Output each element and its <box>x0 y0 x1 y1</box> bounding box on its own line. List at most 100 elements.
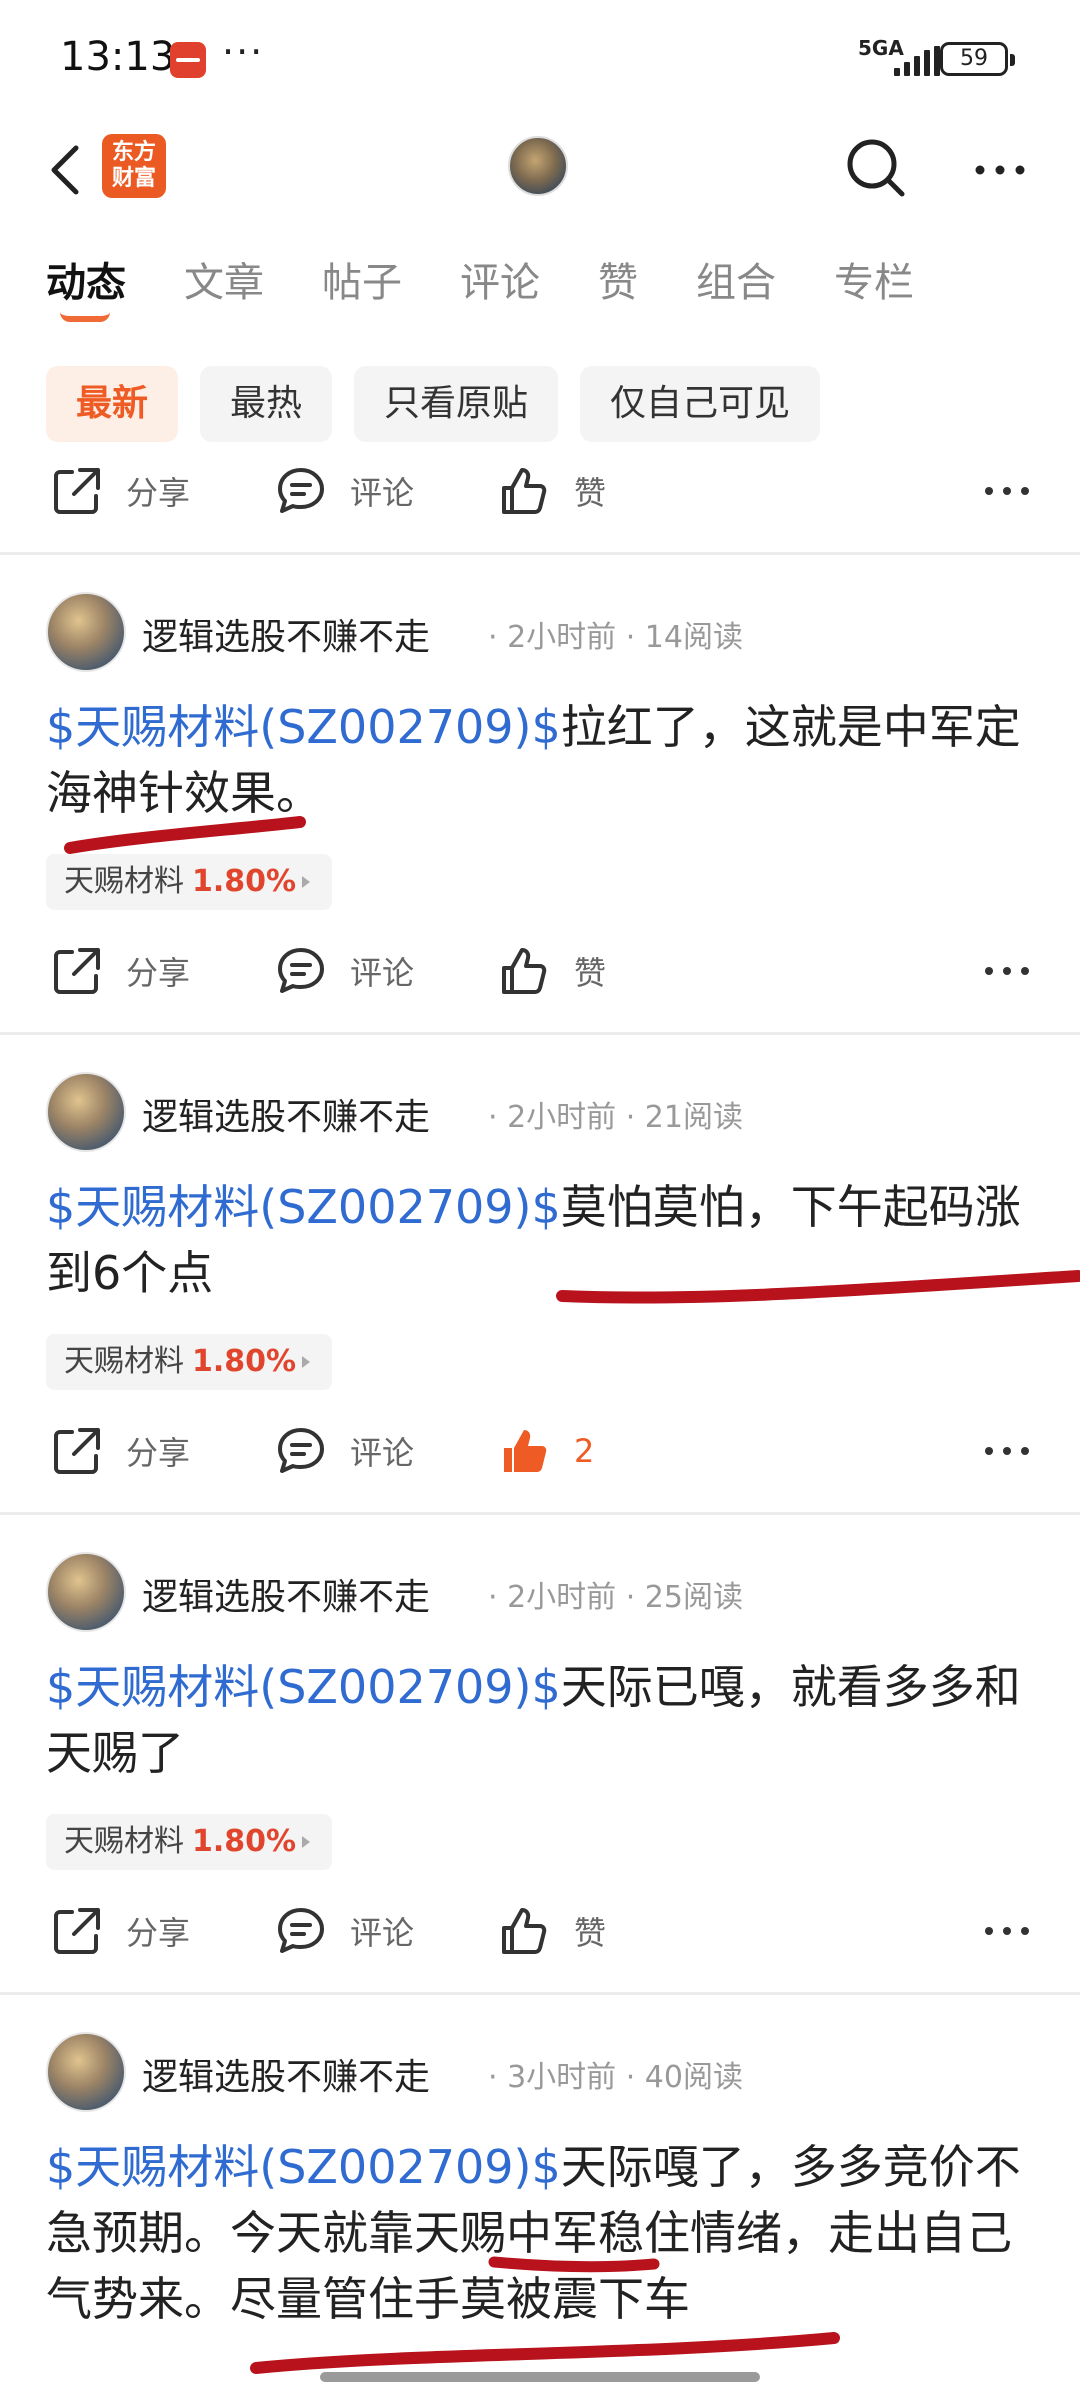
divider <box>0 1992 1080 1995</box>
avatar[interactable] <box>46 592 126 672</box>
stock-tag-change: 1.80% <box>192 1824 297 1859</box>
post-actions: 分享 评论 赞 <box>0 456 1080 526</box>
stock-tag-change: 1.80% <box>192 864 297 899</box>
like-button[interactable]: 赞 <box>498 1896 606 1966</box>
comment-button[interactable]: 评论 <box>274 1896 414 1966</box>
share-button[interactable]: 分享 <box>50 936 190 1006</box>
stock-tag[interactable]: 天赐材料 1.80% <box>46 854 333 910</box>
avatar[interactable] <box>508 136 568 196</box>
share-label: 分享 <box>126 954 191 992</box>
comment-label: 评论 <box>350 474 415 512</box>
author-name[interactable]: 逻辑选股不赚不走 <box>142 608 430 660</box>
author-name[interactable]: 逻辑选股不赚不走 <box>142 1568 430 1620</box>
more-horizontal-icon[interactable] <box>970 140 1030 200</box>
more-horizontal-icon <box>985 487 1029 495</box>
thumbs-up-icon <box>502 468 547 514</box>
tab-label: 评论 <box>460 260 540 306</box>
post-header: 逻辑选股不赚不走 · 2小时前 · 25阅读 <box>46 1550 1046 1634</box>
avatar[interactable] <box>46 1552 126 1632</box>
filter-latest[interactable]: 最新 <box>46 366 179 442</box>
thumbs-up-icon <box>502 1908 547 1954</box>
post-more-button[interactable] <box>980 1416 1034 1486</box>
stock-link[interactable]: $天赐材料(SZ002709)$ <box>46 700 561 754</box>
comment-label: 评论 <box>350 954 415 992</box>
stock-link[interactable]: $天赐材料(SZ002709)$ <box>46 2140 561 2194</box>
like-label: 赞 <box>574 474 607 512</box>
thumbs-up-icon <box>502 948 547 994</box>
marker-stroke <box>250 2332 840 2374</box>
post-more-button[interactable] <box>980 1896 1034 1966</box>
tab-label: 文章 <box>184 260 264 306</box>
comment-button[interactable]: 评论 <box>274 456 414 526</box>
comment-button[interactable]: 评论 <box>274 1416 414 1486</box>
share-icon <box>54 948 100 994</box>
share-label: 分享 <box>126 1914 191 1952</box>
tab-bar: 动态 文章 帖子 评论 赞 组合 专栏 <box>46 250 972 330</box>
stock-tag[interactable]: 天赐材料 1.80% <box>46 1814 333 1870</box>
avatar[interactable] <box>46 1072 126 1152</box>
tab-likes[interactable]: 赞 <box>598 250 638 330</box>
chevron-right-icon <box>302 1836 311 1848</box>
like-button[interactable]: 赞 <box>498 456 606 526</box>
stock-link[interactable]: $天赐材料(SZ002709)$ <box>46 1660 561 1714</box>
filter-original-only[interactable]: 只看原贴 <box>354 366 559 442</box>
post-meta: · 2小时前 · 25阅读 <box>488 1580 743 1615</box>
filter-hot[interactable]: 最热 <box>200 366 333 442</box>
search-icon[interactable] <box>842 134 908 200</box>
tab-indicator <box>60 312 110 322</box>
author-name[interactable]: 逻辑选股不赚不走 <box>142 2048 430 2100</box>
post-more-button[interactable] <box>980 936 1034 1006</box>
status-more-dots: ··· <box>222 30 265 74</box>
tab-portfolio[interactable]: 组合 <box>696 250 776 330</box>
post-meta: · 2小时前 · 14阅读 <box>488 620 743 655</box>
post-text[interactable]: $天赐材料(SZ002709)$天际已嘎，就看多多和天赐了 <box>46 1654 1036 1786</box>
tab-articles[interactable]: 文章 <box>184 250 264 330</box>
stock-tag-change: 1.80% <box>192 1344 297 1379</box>
app-notification-icon <box>170 42 206 78</box>
share-label: 分享 <box>126 1434 191 1472</box>
share-icon <box>54 1908 100 1954</box>
battery-icon: 59 <box>940 42 1015 76</box>
post-more-button[interactable] <box>980 456 1034 526</box>
filter-private[interactable]: 仅自己可见 <box>580 366 821 442</box>
more-horizontal-icon <box>985 1927 1029 1935</box>
nav-bar: 东方 财富 <box>0 120 1080 220</box>
author-name[interactable]: 逻辑选股不赚不走 <box>142 1088 430 1140</box>
share-button[interactable]: 分享 <box>50 1896 190 1966</box>
tab-dynamics[interactable]: 动态 <box>46 250 126 330</box>
comment-icon <box>278 1428 324 1473</box>
post-text[interactable]: $天赐材料(SZ002709)$莫怕莫怕，下午起码涨到6个点 <box>46 1174 1036 1306</box>
tab-posts[interactable]: 帖子 <box>322 250 402 330</box>
comment-icon <box>278 948 324 993</box>
post-text[interactable]: $天赐材料(SZ002709)$拉红了，这就是中军定海神针效果。 <box>46 694 1036 826</box>
chevron-right-icon <box>302 1356 311 1368</box>
like-button[interactable]: 赞 <box>498 936 606 1006</box>
share-label: 分享 <box>126 474 191 512</box>
comment-button[interactable]: 评论 <box>274 936 414 1006</box>
stock-link[interactable]: $天赐材料(SZ002709)$ <box>46 1180 561 1234</box>
chevron-left-icon[interactable] <box>40 140 100 200</box>
stock-tag-name: 天赐材料 <box>64 1824 184 1859</box>
tab-label: 组合 <box>696 260 776 306</box>
signal-icon: 5GA <box>858 36 948 78</box>
divider <box>0 1512 1080 1515</box>
share-button[interactable]: 分享 <box>50 456 190 526</box>
like-button-liked[interactable]: 2 <box>498 1416 594 1486</box>
home-indicator[interactable] <box>320 2372 760 2382</box>
comment-label: 评论 <box>350 1434 415 1472</box>
like-count: 2 <box>574 1432 595 1470</box>
post-header: 逻辑选股不赚不走 · 3小时前 · 40阅读 <box>46 2030 1046 2114</box>
brand-logo-text: 东方 财富 <box>111 140 156 191</box>
battery-level: 59 <box>960 46 988 71</box>
more-horizontal-icon <box>985 967 1029 975</box>
post-text[interactable]: $天赐材料(SZ002709)$天际嘎了，多多竞价不急预期。今天就靠天赐中军稳住… <box>46 2134 1036 2332</box>
post-actions: 分享 评论 赞 <box>0 936 1080 1006</box>
avatar[interactable] <box>46 2032 126 2112</box>
tab-columns[interactable]: 专栏 <box>834 250 914 330</box>
like-label: 赞 <box>574 954 607 992</box>
share-button[interactable]: 分享 <box>50 1416 190 1486</box>
tab-comments[interactable]: 评论 <box>460 250 540 330</box>
share-icon <box>54 468 100 514</box>
stock-tag[interactable]: 天赐材料 1.80% <box>46 1334 333 1390</box>
tab-label: 动态 <box>46 260 126 306</box>
